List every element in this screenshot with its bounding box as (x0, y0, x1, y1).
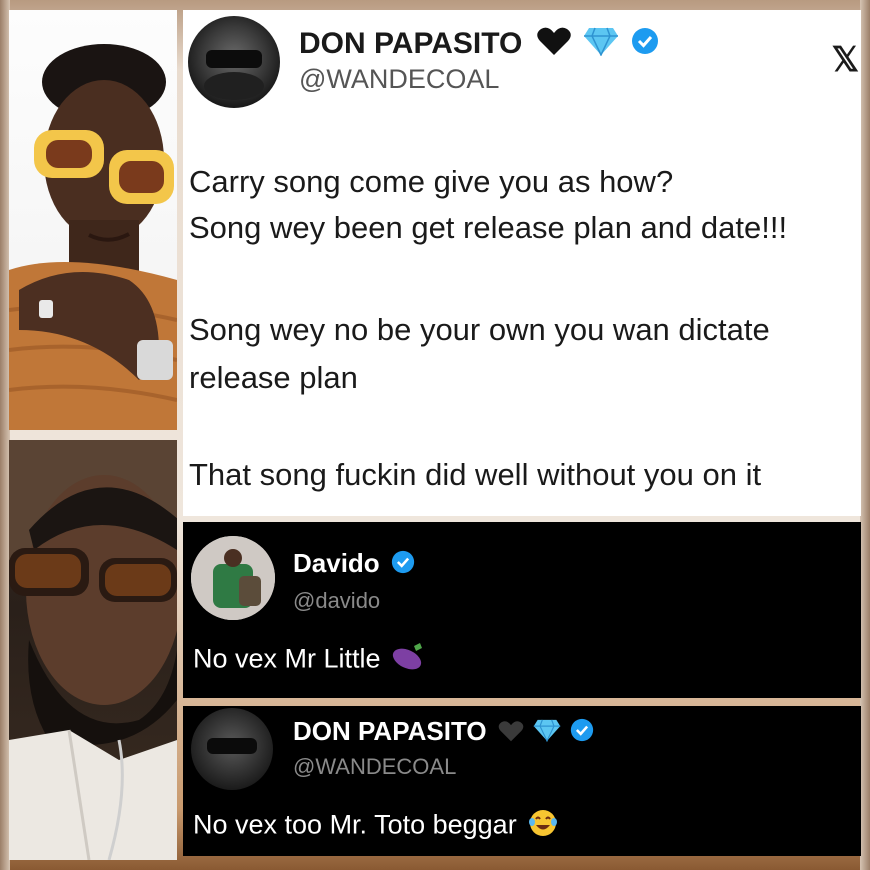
gem-icon (583, 26, 619, 64)
frame-right-edge (860, 0, 870, 870)
verified-icon (631, 27, 659, 63)
user-name-text[interactable]: DON PAPASITO (293, 716, 487, 746)
tweet-card-main[interactable]: DON PAPASITO @WANDECOAL 𝕏 Carry song com… (183, 10, 861, 516)
verified-icon (570, 718, 594, 749)
avatar[interactable] (191, 536, 275, 620)
tweet-line-2: Song wey been get release plan and date!… (189, 210, 788, 245)
user-name-text[interactable]: Davido (293, 548, 380, 578)
tweet-line-1: Carry song come give you as how? (189, 164, 674, 199)
user-name[interactable]: DON PAPASITO (299, 26, 659, 64)
reply-text: No vex too Mr. Toto beggar (193, 808, 558, 845)
avatar[interactable] (191, 708, 273, 790)
gem-icon (533, 718, 561, 749)
user-handle[interactable]: @davido (293, 588, 380, 614)
user-handle[interactable]: @WANDECOAL (299, 64, 499, 95)
black-heart-icon (536, 26, 571, 64)
user-name-text[interactable]: DON PAPASITO (299, 27, 522, 60)
x-logo: 𝕏 (831, 41, 859, 79)
reply-text-content: No vex Mr Little (193, 643, 381, 674)
avatar[interactable] (188, 16, 280, 108)
reply-text: No vex Mr Little (193, 642, 424, 679)
user-name[interactable]: Davido (293, 548, 415, 581)
laughing-tears-icon (528, 808, 558, 845)
tweet-line-3: Song wey no be your own you wan dictate (189, 312, 770, 347)
user-handle[interactable]: @WANDECOAL (293, 754, 456, 780)
eggplant-icon (392, 642, 424, 679)
tweet-line-4: release plan (189, 360, 358, 395)
tweet-line-5: That song fuckin did well without you on… (189, 457, 762, 492)
reply-card-wandecoal[interactable]: DON PAPASITO @WANDECOAL No vex too Mr. T… (183, 706, 861, 856)
reply-card-davido[interactable]: Davido @davido No vex Mr Little (183, 522, 861, 698)
user-name[interactable]: DON PAPASITO (293, 716, 594, 749)
reply-text-content: No vex too Mr. Toto beggar (193, 809, 517, 840)
photo-davido (9, 440, 177, 860)
black-heart-icon (498, 718, 524, 749)
verified-icon (391, 550, 415, 581)
photo-wandecoal (9, 10, 177, 430)
